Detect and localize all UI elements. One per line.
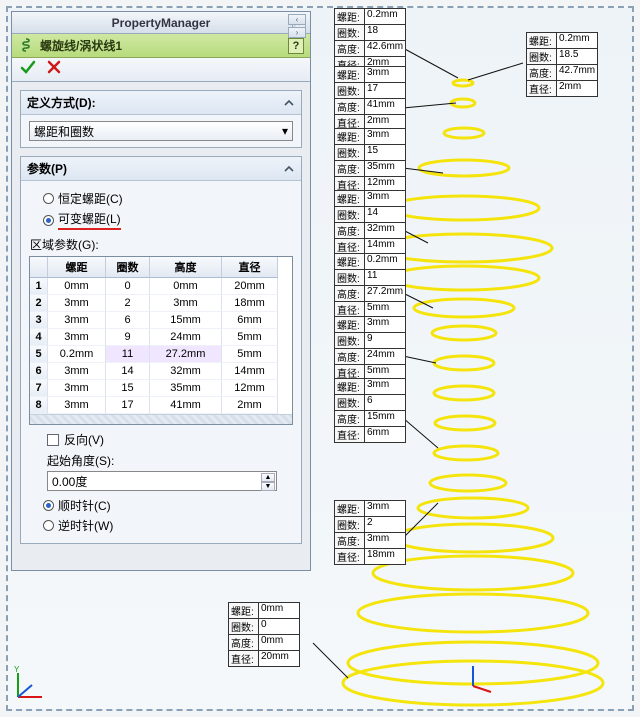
table-row[interactable]: 50.2mm1127.2mm5mm (30, 346, 292, 363)
help-icon[interactable]: ? (288, 38, 304, 54)
start-angle-label: 起始角度(S): (47, 452, 293, 469)
reverse-checkbox[interactable]: 反向(V) (47, 431, 293, 448)
dimension-callout[interactable]: 螺距:3mm 圈数:6 高度:15mm 直径:6mm (334, 378, 406, 443)
start-angle-input[interactable]: 0.00度 ▲▼ (47, 471, 277, 491)
col-index (30, 257, 48, 278)
ok-button[interactable] (20, 59, 36, 80)
dimension-callout[interactable]: 螺距:3mm 圈数:15 高度:35mm 直径:12mm (334, 128, 406, 193)
combo-value: 螺距和圈数 (34, 123, 94, 140)
region-params-label: 区域参数(G): (30, 236, 293, 253)
radio-icon (43, 215, 54, 226)
chevron-down-icon: ▾ (282, 124, 288, 138)
property-manager-panel: PropertyManager 📌 ‹› 螺旋线/涡状线1 ? 定义方式(D): (11, 11, 311, 571)
table-row[interactable]: 43mm924mm5mm (30, 329, 292, 346)
chevron-up-icon[interactable] (283, 163, 295, 175)
panel-handle[interactable]: ‹› (288, 14, 306, 38)
dimension-callout[interactable]: 螺距:0mm 圈数:0 高度:0mm 直径:20mm (228, 602, 300, 667)
region-params-table[interactable]: 螺距 圈数 高度 直径 10mm00mm20mm23mm23mm18mm33mm… (29, 256, 293, 425)
svg-text:Y: Y (14, 665, 20, 674)
dimension-callout[interactable]: 螺距:0.2mm 圈数:11 高度:27.2mm 直径:5mm (334, 253, 406, 318)
col-dia: 直径 (222, 257, 278, 278)
table-row[interactable]: 73mm1535mm12mm (30, 380, 292, 397)
params-title: 参数(P) (27, 160, 67, 177)
dimension-callout[interactable]: 螺距:3mm 圈数:14 高度:32mm 直径:14mm (334, 190, 406, 255)
define-title: 定义方式(D): (27, 94, 96, 111)
radio-icon (43, 520, 54, 531)
define-method-combo[interactable]: 螺距和圈数 ▾ (29, 121, 293, 141)
table-row[interactable]: 33mm615mm6mm (30, 312, 292, 329)
action-bar (12, 58, 310, 82)
checkbox-icon (47, 434, 59, 446)
section-define: 定义方式(D): 螺距和圈数 ▾ (20, 90, 302, 148)
chevron-up-icon[interactable] (283, 97, 295, 109)
cancel-button[interactable] (46, 59, 62, 80)
table-row[interactable]: 83mm1741mm2mm (30, 397, 292, 414)
table-row[interactable]: 10mm00mm20mm (30, 278, 292, 295)
feature-bar: 螺旋线/涡状线1 ? (12, 34, 310, 58)
radio-variable-pitch[interactable]: 可变螺距(L) (43, 210, 293, 230)
helix-icon (18, 38, 34, 54)
section-params: 参数(P) 恒定螺距(C) 可变螺距(L) 区域参数(G): 螺距 (20, 156, 302, 544)
radio-icon (43, 193, 54, 204)
dimension-callout[interactable]: 螺距:3mm 圈数:9 高度:24mm 直径:5mm (334, 316, 406, 381)
radio-ccw[interactable]: 逆时针(W) (43, 517, 293, 534)
panel-titlebar: PropertyManager 📌 (12, 12, 310, 34)
radio-icon (43, 500, 54, 511)
col-height: 高度 (150, 257, 222, 278)
col-pitch: 螺距 (48, 257, 106, 278)
dimension-callout[interactable]: 螺距:3mm 圈数:2 高度:3mm 直径:18mm (334, 500, 406, 565)
axis-triad-icon: Y (12, 665, 50, 703)
dimension-callout[interactable]: 螺距:3mm 圈数:17 高度:41mm 直径:2mm (334, 66, 406, 131)
panel-title: PropertyManager (112, 16, 211, 30)
radio-constant-pitch[interactable]: 恒定螺距(C) (43, 190, 293, 207)
col-revs: 圈数 (106, 257, 150, 278)
table-row[interactable]: 63mm1432mm14mm (30, 363, 292, 380)
table-scroll-hint (30, 414, 292, 424)
radio-cw[interactable]: 顺时针(C) (43, 497, 293, 514)
table-row[interactable]: 23mm23mm18mm (30, 295, 292, 312)
dimension-callout[interactable]: 螺距:0.2mm 圈数:18 高度:42.6mm 直径:2mm (334, 8, 406, 73)
feature-name: 螺旋线/涡状线1 (40, 37, 122, 54)
dimension-callout[interactable]: 螺距:0.2mm 圈数:18.5 高度:42.7mm 直径:2mm (526, 32, 598, 97)
spinner[interactable]: ▲▼ (261, 473, 275, 489)
